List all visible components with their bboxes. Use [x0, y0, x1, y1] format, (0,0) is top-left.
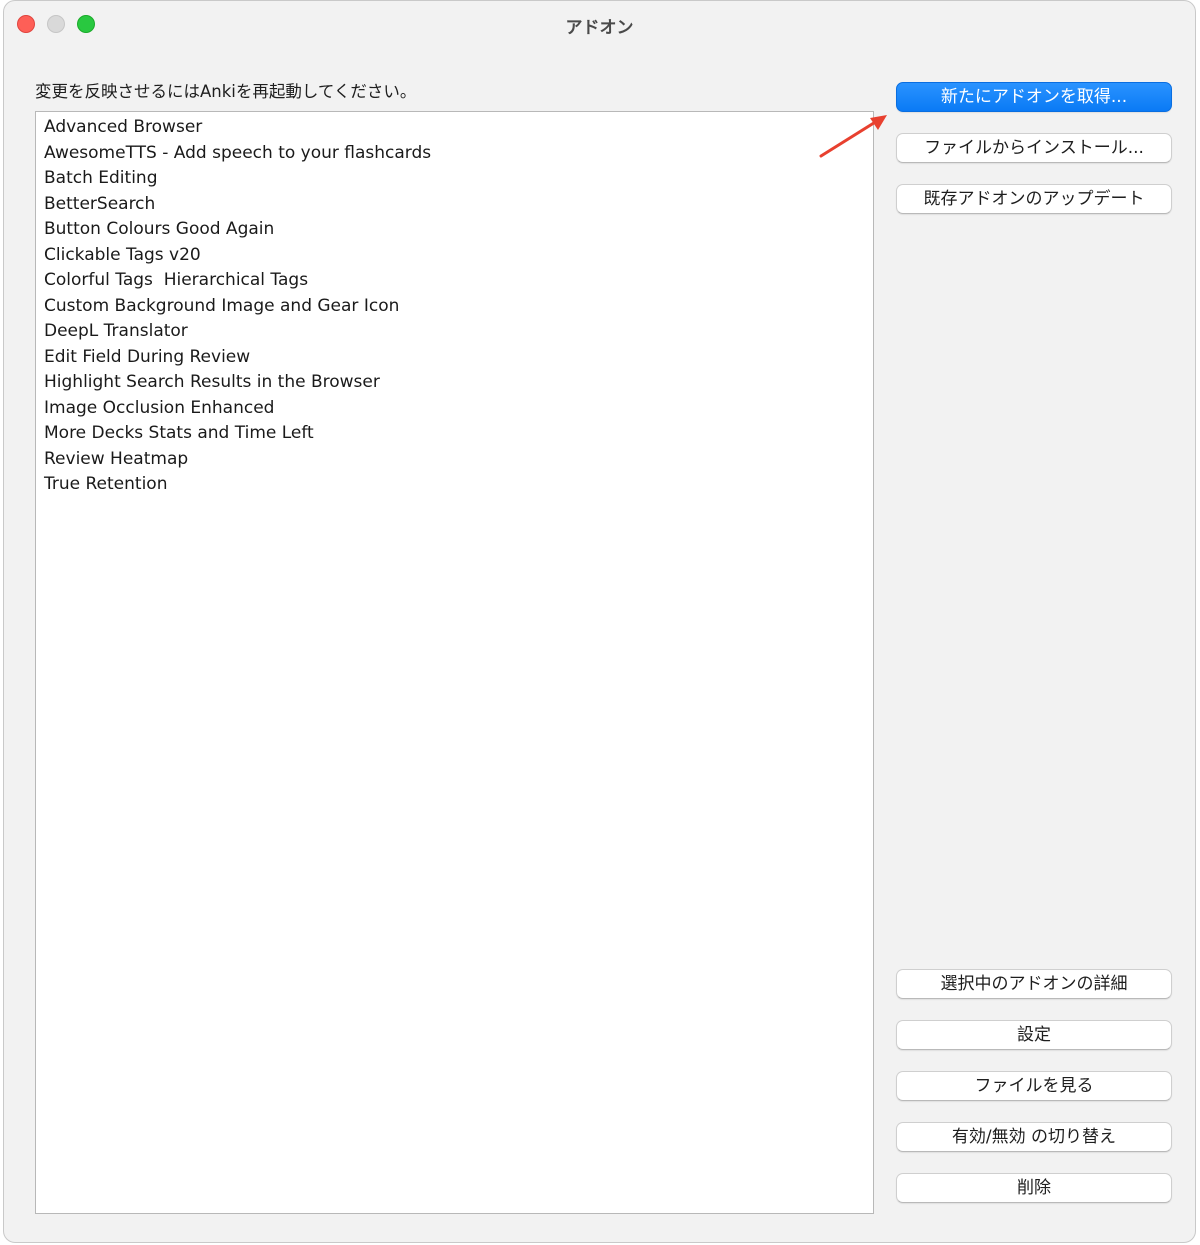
addon-list-item[interactable]: BetterSearch	[36, 192, 873, 218]
addon-list-item[interactable]: Colorful Tags Hierarchical Tags	[36, 268, 873, 294]
arrow-pointer-icon	[819, 115, 887, 158]
view-details-button[interactable]: 選択中のアドオンの詳細	[896, 969, 1172, 999]
toggle-enabled-button[interactable]: 有効/無効 の切り替え	[896, 1122, 1172, 1152]
addon-list-item[interactable]: Custom Background Image and Gear Icon	[36, 294, 873, 320]
addon-list-item[interactable]: Edit Field During Review	[36, 345, 873, 371]
addon-list-item[interactable]: True Retention	[36, 472, 873, 498]
window-title: アドオン	[565, 18, 634, 38]
addon-list-item[interactable]: AwesomeTTS - Add speech to your flashcar…	[36, 141, 873, 167]
addon-list-item[interactable]: Batch Editing	[36, 166, 873, 192]
install-from-file-button[interactable]: ファイルからインストール...	[896, 133, 1172, 163]
addon-list-item[interactable]: Clickable Tags v20	[36, 243, 873, 269]
addon-list-item[interactable]: DeepL Translator	[36, 319, 873, 345]
addon-list[interactable]: Advanced Browser AwesomeTTS - Add speech …	[35, 111, 874, 1214]
view-files-button[interactable]: ファイルを見る	[896, 1071, 1172, 1101]
restart-notice: 変更を反映させるにはAnkiを再起動してください。	[35, 82, 417, 101]
addons-window: アドオン 変更を反映させるにはAnkiを再起動してください。 Advanced …	[3, 0, 1196, 1243]
addon-list-item[interactable]: Advanced Browser	[36, 115, 873, 141]
addon-list-item[interactable]: More Decks Stats and Time Left	[36, 421, 873, 447]
addon-list-item[interactable]: Highlight Search Results in the Browser	[36, 370, 873, 396]
title-bar: アドオン	[4, 1, 1195, 47]
addon-list-item[interactable]: Review Heatmap	[36, 447, 873, 473]
addon-list-item[interactable]: Button Colours Good Again	[36, 217, 873, 243]
get-addons-button[interactable]: 新たにアドオンを取得...	[896, 82, 1172, 112]
delete-button[interactable]: 削除	[896, 1173, 1172, 1203]
config-button[interactable]: 設定	[896, 1020, 1172, 1050]
check-updates-button[interactable]: 既存アドオンのアップデート	[896, 184, 1172, 214]
addon-list-item[interactable]: Image Occlusion Enhanced	[36, 396, 873, 422]
